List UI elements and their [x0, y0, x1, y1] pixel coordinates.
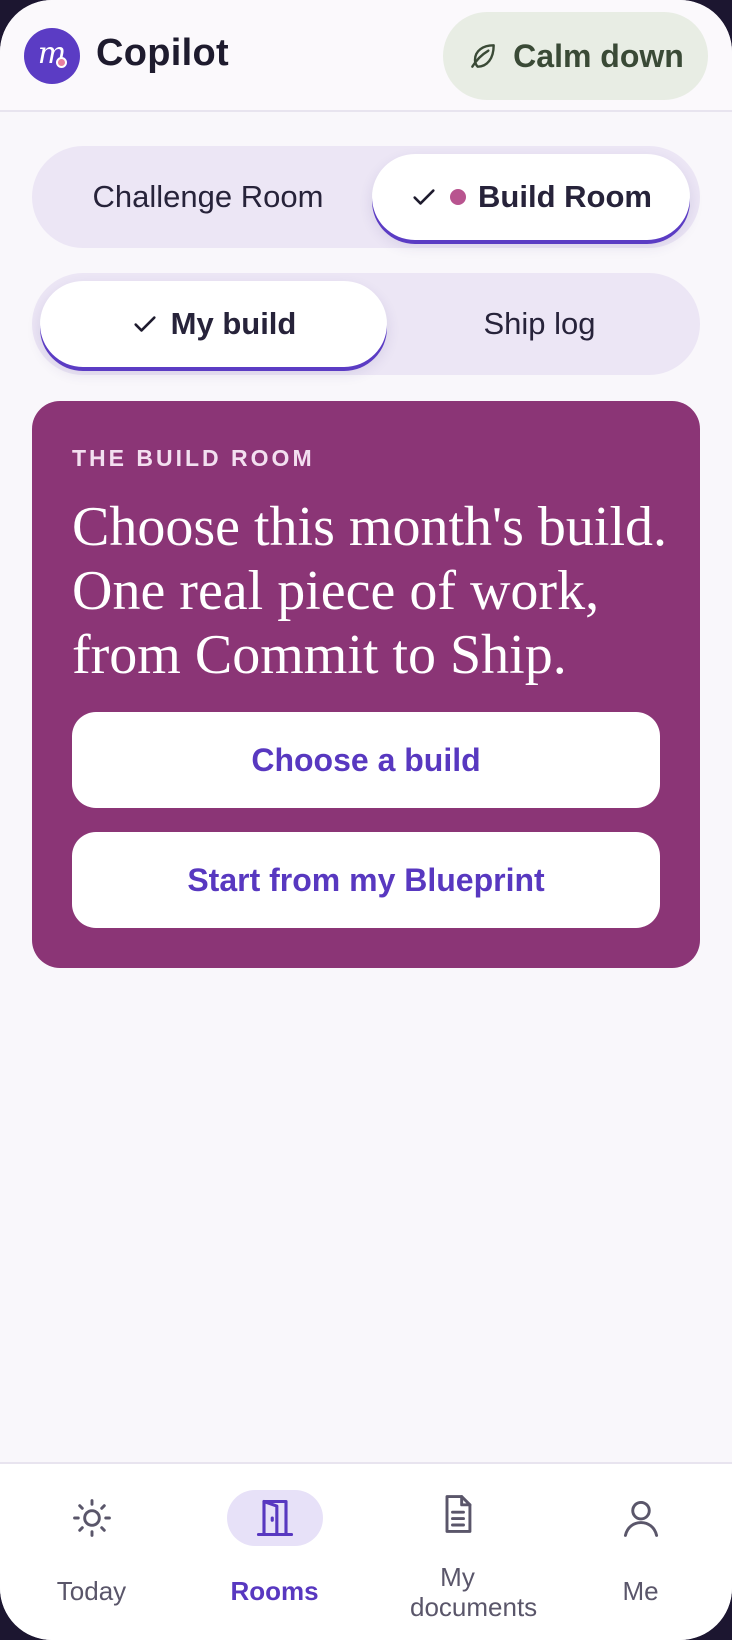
build-room-card: THE BUILD ROOM Choose this month's build…	[32, 401, 700, 968]
nav-item-me[interactable]: Me	[549, 1464, 732, 1640]
calm-down-button[interactable]: Calm down	[443, 12, 708, 100]
tab-ship-log-label: Ship log	[483, 306, 596, 341]
room-switcher: Challenge Room Build Room	[32, 146, 700, 248]
app-screen: m Copilot Calm down Challenge Room Build…	[0, 0, 732, 1640]
build-tabs: My build Ship log	[32, 273, 700, 375]
tab-my-build-label: My build	[170, 306, 297, 341]
check-icon	[134, 316, 156, 332]
door-icon	[256, 1499, 293, 1537]
check-icon	[413, 189, 435, 205]
nav-icon-wrap	[44, 1490, 140, 1546]
card-eyebrow: THE BUILD ROOM	[72, 445, 315, 471]
app-title: Copilot	[96, 32, 229, 74]
nav-item-rooms[interactable]: Rooms	[183, 1464, 366, 1640]
nav-label-rooms: Rooms	[230, 1576, 319, 1606]
leaf-icon	[471, 44, 496, 68]
nav-label-my-documents: My documents	[410, 1562, 538, 1622]
start-from-blueprint-button[interactable]: Start from my Blueprint	[72, 832, 660, 928]
nav-icon-wrap	[410, 1486, 506, 1542]
tab-challenge-room-label: Challenge Room	[92, 179, 324, 214]
nav-item-my-documents[interactable]: My documents	[366, 1464, 549, 1640]
person-icon	[623, 1500, 658, 1537]
tab-build-room-label: Build Room	[478, 179, 652, 214]
build-room-dot	[450, 189, 467, 205]
logo-dot	[56, 57, 67, 68]
nav-icon-wrap	[226, 1490, 323, 1546]
top-bar: m Copilot Calm down	[0, 0, 732, 112]
app-logo[interactable]: m	[24, 28, 80, 84]
bottom-nav: Today Rooms My documents Me	[0, 1462, 732, 1640]
nav-icon-wrap	[593, 1490, 689, 1546]
card-headline: Choose this month's build. One real piec…	[72, 496, 668, 686]
nav-label-today: Today	[56, 1576, 127, 1606]
tab-ship-log[interactable]: Ship log	[387, 281, 692, 367]
choose-build-button[interactable]: Choose a build	[72, 712, 660, 808]
tab-build-room[interactable]: Build Room	[372, 154, 690, 240]
nav-label-me: Me	[622, 1576, 659, 1606]
sun-icon	[72, 1499, 111, 1537]
document-icon	[445, 1495, 471, 1533]
tab-challenge-room[interactable]: Challenge Room	[44, 154, 372, 240]
tab-my-build[interactable]: My build	[40, 281, 387, 367]
nav-item-today[interactable]: Today	[0, 1464, 183, 1640]
calm-down-label: Calm down	[513, 37, 684, 74]
